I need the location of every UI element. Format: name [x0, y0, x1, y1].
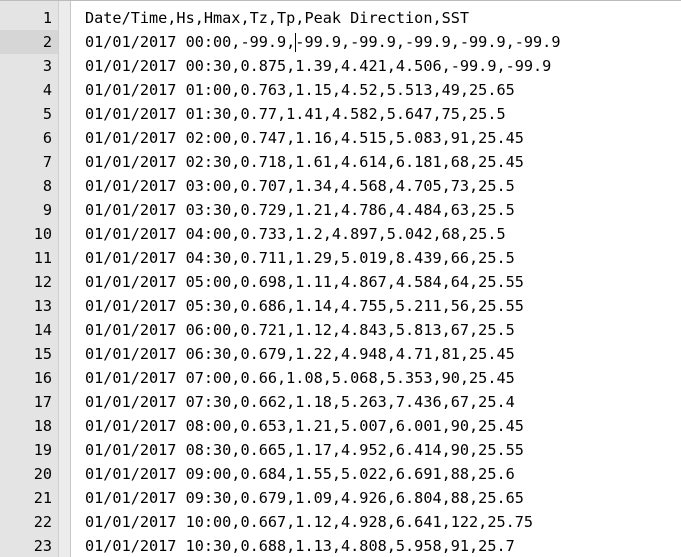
line-text[interactable]: Date/Time,Hs,Hmax,Tz,Tp,Peak Direction,S…: [85, 6, 469, 30]
text-cursor: [295, 33, 296, 52]
line-number: 4: [42, 81, 52, 99]
line-text[interactable]: 01/01/2017 06:30,0.679,1.22,4.948,4.71,8…: [85, 342, 515, 366]
line-number: 22: [33, 513, 52, 531]
editor-line[interactable]: 9 01/01/2017 03:30,0.729,1.21,4.786,4.484…: [0, 198, 681, 222]
editor-line[interactable]: 12 01/01/2017 05:00,0.698,1.11,4.867,4.58…: [0, 270, 681, 294]
line-number: 10: [33, 225, 52, 243]
line-number: 13: [33, 297, 52, 315]
line-text[interactable]: 01/01/2017 02:30,0.718,1.61,4.614,6.181,…: [85, 150, 524, 174]
editor-line[interactable]: 5 01/01/2017 01:30,0.77,1.41,4.582,5.647,…: [0, 102, 681, 126]
editor-line[interactable]: 14 01/01/2017 06:00,0.721,1.12,4.843,5.81…: [0, 318, 681, 342]
line-number: 8: [42, 177, 52, 195]
line-text[interactable]: 01/01/2017 02:00,0.747,1.16,4.515,5.083,…: [85, 126, 524, 150]
line-number: 20: [33, 465, 52, 483]
line-text[interactable]: 01/01/2017 06:00,0.721,1.12,4.843,5.813,…: [85, 318, 515, 342]
line-text[interactable]: 01/01/2017 03:30,0.729,1.21,4.786,4.484,…: [85, 198, 515, 222]
editor-line[interactable]: 3 01/01/2017 00:30,0.875,1.39,4.421,4.506…: [0, 54, 681, 78]
line-number: 21: [33, 489, 52, 507]
editor-line[interactable]: 11 01/01/2017 04:30,0.711,1.29,5.019,8.43…: [0, 246, 681, 270]
line-text[interactable]: 01/01/2017 04:00,0.733,1.2,4.897,5.042,6…: [85, 222, 506, 246]
line-text[interactable]: 01/01/2017 05:00,0.698,1.11,4.867,4.584,…: [85, 270, 524, 294]
line-number: 9: [42, 201, 52, 219]
line-number: 19: [33, 441, 52, 459]
editor-line[interactable]: 7 01/01/2017 02:30,0.718,1.61,4.614,6.181…: [0, 150, 681, 174]
line-number: 11: [33, 249, 52, 267]
editor-line[interactable]: 13 01/01/2017 05:30,0.686,1.14,4.755,5.21…: [0, 294, 681, 318]
line-text[interactable]: 01/01/2017 01:00,0.763,1.15,4.52,5.513,4…: [85, 78, 515, 102]
line-number: 3: [42, 57, 52, 75]
line-text[interactable]: 01/01/2017 03:00,0.707,1.34,4.568,4.705,…: [85, 174, 515, 198]
editor-line[interactable]: 4 01/01/2017 01:00,0.763,1.15,4.52,5.513,…: [0, 78, 681, 102]
line-number: 16: [33, 369, 52, 387]
editor-line[interactable]: 15 01/01/2017 06:30,0.679,1.22,4.948,4.71…: [0, 342, 681, 366]
editor-line[interactable]: 22 01/01/2017 10:00,0.667,1.12,4.928,6.64…: [0, 510, 681, 534]
editor-line[interactable]: 19 01/01/2017 08:30,0.665,1.17,4.952,6.41…: [0, 438, 681, 462]
line-number: 6: [42, 129, 52, 147]
line-number: 18: [33, 417, 52, 435]
line-number: 7: [42, 153, 52, 171]
line-text[interactable]: 01/01/2017 00:00,-99.9,-99.9,-99.9,-99.9…: [85, 30, 560, 54]
editor-line[interactable]: 21 01/01/2017 09:30,0.679,1.09,4.926,6.80…: [0, 486, 681, 510]
line-number: 14: [33, 321, 52, 339]
line-text[interactable]: 01/01/2017 08:00,0.653,1.21,5.007,6.001,…: [85, 414, 524, 438]
line-number: 2: [42, 33, 52, 51]
editor-line[interactable]: 17 01/01/2017 07:30,0.662,1.18,5.263,7.43…: [0, 390, 681, 414]
line-text[interactable]: 01/01/2017 09:00,0.684,1.55,5.022,6.691,…: [85, 462, 515, 486]
line-number: 5: [42, 105, 52, 123]
line-text[interactable]: 01/01/2017 10:30,0.688,1.13,4.808,5.958,…: [85, 534, 515, 557]
text-editor[interactable]: 1 Date/Time,Hs,Hmax,Tz,Tp,Peak Direction,…: [0, 0, 681, 557]
line-number: 15: [33, 345, 52, 363]
line-text[interactable]: 01/01/2017 04:30,0.711,1.29,5.019,8.439,…: [85, 246, 515, 270]
line-text[interactable]: 01/01/2017 00:30,0.875,1.39,4.421,4.506,…: [85, 54, 551, 78]
editor-line[interactable]: 2 01/01/2017 00:00,-99.9,-99.9,-99.9,-99.…: [0, 30, 681, 54]
line-text[interactable]: 01/01/2017 07:00,0.66,1.08,5.068,5.353,9…: [85, 366, 515, 390]
line-text[interactable]: 01/01/2017 01:30,0.77,1.41,4.582,5.647,7…: [85, 102, 506, 126]
line-text[interactable]: 01/01/2017 05:30,0.686,1.14,4.755,5.211,…: [85, 294, 524, 318]
line-text[interactable]: 01/01/2017 08:30,0.665,1.17,4.952,6.414,…: [85, 438, 524, 462]
line-text[interactable]: 01/01/2017 09:30,0.679,1.09,4.926,6.804,…: [85, 486, 524, 510]
editor-line[interactable]: 23 01/01/2017 10:30,0.688,1.13,4.808,5.95…: [0, 534, 681, 557]
line-number: 23: [33, 537, 52, 555]
editor-line[interactable]: 20 01/01/2017 09:00,0.684,1.55,5.022,6.69…: [0, 462, 681, 486]
line-number: 12: [33, 273, 52, 291]
line-number: 1: [42, 9, 52, 27]
editor-line[interactable]: 18 01/01/2017 08:00,0.653,1.21,5.007,6.00…: [0, 414, 681, 438]
line-text[interactable]: 01/01/2017 10:00,0.667,1.12,4.928,6.641,…: [85, 510, 533, 534]
editor-line[interactable]: 6 01/01/2017 02:00,0.747,1.16,4.515,5.083…: [0, 126, 681, 150]
editor-line[interactable]: 16 01/01/2017 07:00,0.66,1.08,5.068,5.353…: [0, 366, 681, 390]
editor-line[interactable]: 1 Date/Time,Hs,Hmax,Tz,Tp,Peak Direction,…: [0, 6, 681, 30]
editor-line[interactable]: 8 01/01/2017 03:00,0.707,1.34,4.568,4.705…: [0, 174, 681, 198]
editor-line[interactable]: 10 01/01/2017 04:00,0.733,1.2,4.897,5.042…: [0, 222, 681, 246]
line-number: 17: [33, 393, 52, 411]
line-text[interactable]: 01/01/2017 07:30,0.662,1.18,5.263,7.436,…: [85, 390, 515, 414]
